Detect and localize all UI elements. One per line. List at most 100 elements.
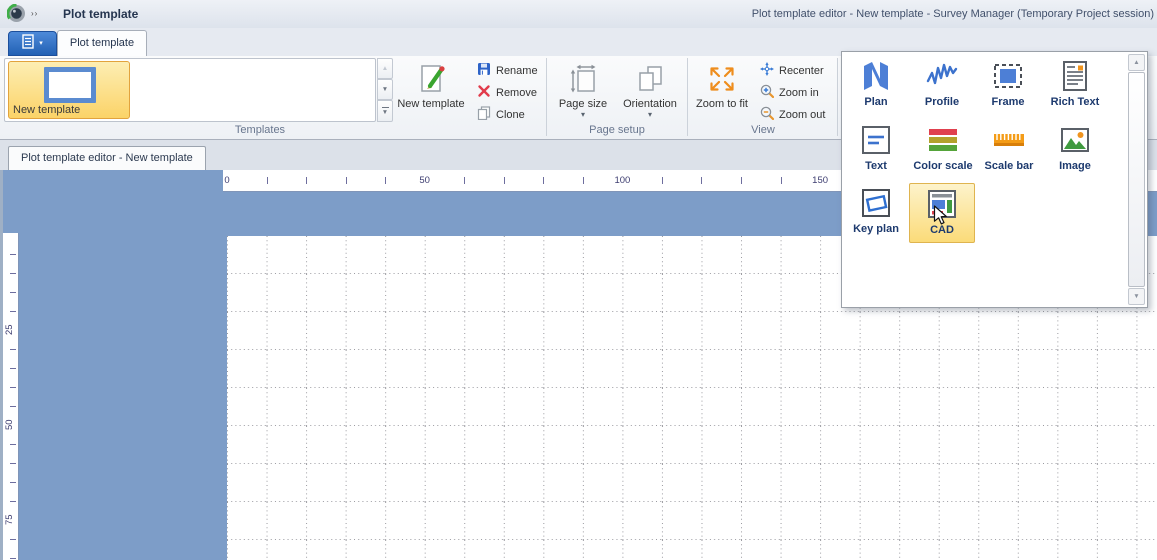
down-arrow-icon: ▼	[1133, 293, 1140, 300]
element-item-text[interactable]: Text	[844, 120, 908, 180]
element-item-frame[interactable]: Frame	[976, 56, 1040, 116]
zoom-to-fit-label: Zoom to fit	[696, 98, 748, 110]
text-icon	[859, 120, 893, 160]
template-item-label: New template	[13, 104, 81, 116]
gallery-scroll-down-button[interactable]: ▼	[377, 79, 393, 100]
rich-text-icon	[1058, 56, 1092, 96]
element-item-scale-bar[interactable]: Scale bar	[976, 120, 1042, 180]
ruler-label: 100	[614, 175, 631, 186]
template-gallery-item-new-template[interactable]: New template	[8, 61, 130, 119]
dropdown-arrow-icon: ▾	[580, 110, 585, 119]
application-window: ›› Plot template Plot template editor - …	[0, 0, 1157, 560]
mouse-cursor	[933, 205, 948, 231]
element-item-color-scale[interactable]: Color scale	[910, 120, 976, 180]
plot-elements-popup: Plan Profile Frame Rich Text Text Color …	[841, 51, 1148, 308]
zoom-out-button[interactable]: Zoom out	[757, 104, 828, 125]
ruler-tick	[306, 177, 308, 184]
page-size-icon	[568, 61, 598, 97]
rename-button[interactable]: Rename	[474, 60, 541, 81]
element-item-label: Plan	[864, 96, 888, 108]
scrollbar-up-button[interactable]: ▲	[1128, 54, 1145, 71]
element-item-label: Key plan	[853, 223, 899, 235]
group-label-view: View	[751, 124, 775, 136]
orientation-icon	[635, 61, 665, 97]
orientation-button[interactable]: Orientation ▾	[617, 58, 683, 124]
element-item-profile[interactable]: Profile	[910, 56, 974, 116]
gallery-expand-button[interactable]: ▼	[377, 100, 393, 122]
new-template-button[interactable]: New template	[396, 58, 466, 124]
ruler-label: 75	[4, 514, 15, 526]
down-arrow-icon: ▼	[381, 86, 389, 93]
ribbon-category-title: Plot template	[63, 7, 139, 21]
ruler-tick	[10, 463, 16, 464]
tab-plot-template[interactable]: Plot template	[57, 30, 147, 56]
ruler-tick	[464, 177, 466, 184]
element-item-image[interactable]: Image	[1042, 120, 1108, 180]
recenter-label: Recenter	[779, 64, 824, 77]
element-item-label: Scale bar	[984, 160, 1034, 172]
chevron-down-icon: ▾	[39, 40, 43, 47]
frame-icon	[991, 56, 1025, 96]
group-label-page-setup: Page setup	[589, 124, 645, 136]
ruler-tick	[10, 482, 16, 483]
group-label-templates: Templates	[234, 124, 286, 136]
new-template-label: New template	[397, 98, 465, 110]
window-title: Plot template editor - New template - Su…	[751, 8, 1154, 20]
element-item-plan[interactable]: Plan	[844, 56, 908, 116]
element-item-label: Color scale	[913, 160, 973, 172]
color-scale-icon	[926, 120, 960, 160]
ruler-tick	[345, 177, 347, 184]
element-item-rich-text[interactable]: Rich Text	[1042, 56, 1108, 116]
scale-bar-icon	[992, 120, 1026, 160]
templates-gallery: New template	[4, 58, 376, 122]
page-size-button[interactable]: Page size ▾	[551, 58, 615, 124]
ruler-tick	[10, 501, 16, 502]
quick-access-overflow-icon[interactable]: ››	[31, 0, 38, 28]
remove-x-icon	[477, 84, 491, 101]
popup-scrollbar[interactable]: ▲ ▼	[1128, 54, 1145, 305]
ruler-tick	[266, 177, 268, 184]
ruler-tick	[385, 177, 387, 184]
scrollbar-thumb[interactable]	[1128, 72, 1145, 287]
element-item-label: Profile	[924, 96, 960, 108]
ruler-tick	[10, 349, 16, 350]
remove-label: Remove	[496, 86, 537, 99]
expand-arrow-icon: ▼	[381, 108, 389, 116]
ruler-tick	[10, 368, 16, 369]
clone-button[interactable]: Clone	[474, 104, 528, 125]
gallery-scroll-up-button[interactable]: ▲	[377, 58, 393, 79]
remove-button[interactable]: Remove	[474, 82, 540, 103]
title-bar: ›› Plot template Plot template editor - …	[0, 0, 1157, 28]
element-item-label: Image	[1059, 160, 1091, 172]
save-rename-icon	[477, 62, 491, 79]
ruler-label: 150	[812, 175, 829, 186]
zoom-out-icon	[760, 106, 775, 123]
element-item-label: Rich Text	[1050, 96, 1100, 108]
element-item-key-plan[interactable]: Key plan	[844, 183, 908, 243]
group-separator	[837, 58, 838, 136]
zoom-in-label: Zoom in	[779, 86, 819, 99]
orientation-label: Orientation	[623, 98, 677, 110]
scrollbar-down-button[interactable]: ▼	[1128, 288, 1145, 305]
up-arrow-icon: ▲	[1133, 59, 1140, 66]
recenter-icon	[760, 62, 774, 79]
menu-list-icon	[22, 33, 35, 54]
new-template-icon	[415, 61, 447, 97]
clone-label: Clone	[496, 108, 525, 121]
zoom-in-icon	[760, 84, 775, 101]
recenter-button[interactable]: Recenter	[757, 60, 827, 81]
ruler-tick	[780, 177, 782, 184]
ruler-label: 50	[419, 175, 430, 186]
zoom-to-fit-button[interactable]: Zoom to fit	[691, 58, 753, 124]
ruler-tick	[10, 558, 16, 559]
app-logo-icon	[6, 3, 26, 28]
clone-pages-icon	[477, 106, 491, 123]
application-menu-button[interactable]: ▾	[8, 31, 57, 56]
rename-label: Rename	[496, 64, 538, 77]
expand-bar-icon	[381, 106, 389, 108]
element-item-label: Frame	[991, 96, 1025, 108]
document-tab[interactable]: Plot template editor - New template	[8, 146, 206, 170]
ruler-label: 50	[4, 419, 15, 431]
ruler-tick	[543, 177, 545, 184]
zoom-in-button[interactable]: Zoom in	[757, 82, 822, 103]
